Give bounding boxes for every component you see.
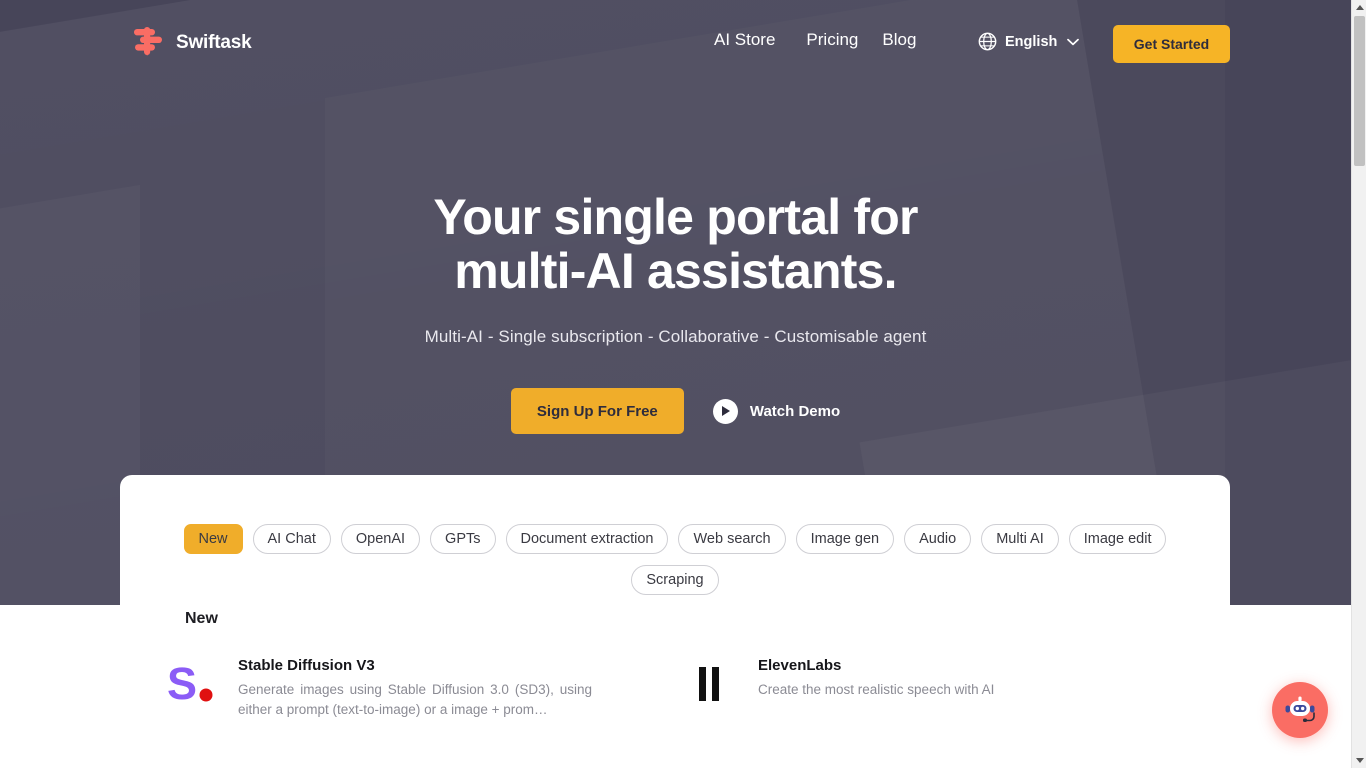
product-info: Stable Diffusion V3 Generate images usin… <box>238 650 592 721</box>
nav-link-blog[interactable]: Blog <box>882 30 916 50</box>
brand-logo[interactable]: Swiftask <box>131 26 252 59</box>
elevenlabs-icon <box>685 656 741 712</box>
nav-link-ai-store[interactable]: AI Store <box>714 30 806 50</box>
language-selector[interactable]: English <box>978 32 1080 51</box>
hero-cta-group: Sign Up For Free Watch Demo <box>0 388 1351 434</box>
chip-new[interactable]: New <box>183 524 243 554</box>
hero-title-line-1: Your single portal for <box>433 189 918 245</box>
scroll-down-arrow-icon[interactable] <box>1352 753 1366 768</box>
product-name: Stable Diffusion V3 <box>238 657 375 674</box>
product-description: Create the most realistic speech with AI <box>758 682 995 697</box>
nav-links: AI Store Pricing Blog <box>714 30 916 50</box>
brand-name: Swiftask <box>176 31 252 53</box>
hero-subtitle: Multi-AI - Single subscription - Collabo… <box>424 327 927 346</box>
swiftask-logo-icon <box>134 27 162 56</box>
product-card-stable-diffusion[interactable]: S Stable Diffusion V3 Generate images us… <box>165 650 685 721</box>
page-root: Swiftask AI Store Pricing Blog English G… <box>0 0 1366 768</box>
hero-title: Your single portal for multi-AI assistan… <box>0 190 1351 298</box>
play-icon <box>712 398 738 424</box>
chip-image-gen[interactable]: Image gen <box>795 524 895 554</box>
top-navbar: Swiftask AI Store Pricing Blog English G… <box>0 0 1351 88</box>
category-chip-list: New AI Chat OpenAI GPTs Document extract… <box>120 524 1230 595</box>
globe-icon <box>978 32 997 51</box>
chip-web-search[interactable]: Web search <box>678 524 786 554</box>
sign-up-for-free-button[interactable]: Sign Up For Free <box>510 388 684 434</box>
section-title-new: New <box>185 610 218 627</box>
svg-text:S: S <box>167 659 197 709</box>
chip-multi-ai[interactable]: Multi AI <box>981 524 1059 554</box>
product-card-elevenlabs[interactable]: ElevenLabs Create the most realistic spe… <box>685 650 1205 721</box>
chip-ai-chat[interactable]: AI Chat <box>252 524 331 554</box>
scrollbar-thumb[interactable] <box>1354 16 1365 166</box>
chip-image-edit[interactable]: Image edit <box>1068 524 1167 554</box>
product-list: S Stable Diffusion V3 Generate images us… <box>165 650 1205 721</box>
chip-gpts[interactable]: GPTs <box>430 524 496 554</box>
product-info: ElevenLabs Create the most realistic spe… <box>758 650 994 700</box>
chip-document-extraction[interactable]: Document extraction <box>505 524 669 554</box>
scroll-up-arrow-icon[interactable] <box>1352 0 1366 15</box>
chevron-down-icon <box>1067 38 1080 45</box>
chip-scraping[interactable]: Scraping <box>631 565 719 595</box>
chip-openai[interactable]: OpenAI <box>340 524 421 554</box>
support-bot-icon <box>1285 696 1315 722</box>
product-description: Generate images using Stable Diffusion 3… <box>238 682 592 718</box>
get-started-button[interactable]: Get Started <box>1113 25 1230 63</box>
ai-store-card: New AI Chat OpenAI GPTs Document extract… <box>120 475 1230 768</box>
hero-title-line-2: multi-AI assistants. <box>454 243 897 299</box>
product-name: ElevenLabs <box>758 657 842 674</box>
stable-diffusion-icon: S <box>165 656 221 712</box>
watch-demo-button[interactable]: Watch Demo <box>712 398 841 424</box>
support-chat-button[interactable] <box>1272 682 1328 738</box>
watch-demo-label: Watch Demo <box>749 402 841 420</box>
language-label: English <box>1005 33 1058 50</box>
chip-audio[interactable]: Audio <box>904 524 972 554</box>
page-scrollbar[interactable] <box>1351 0 1366 768</box>
nav-link-pricing[interactable]: Pricing <box>806 30 882 50</box>
